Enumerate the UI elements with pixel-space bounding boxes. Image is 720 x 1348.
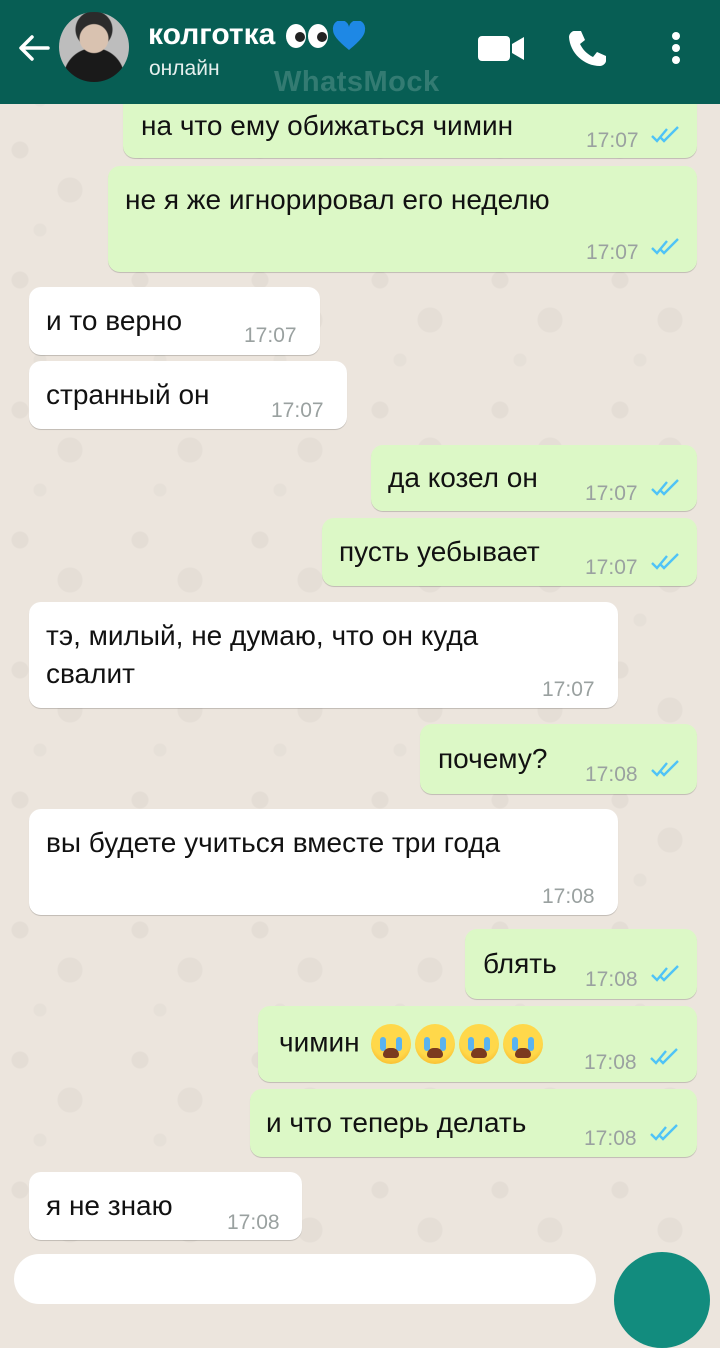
read-ticks-icon — [650, 1124, 678, 1141]
eyes-emoji-icon — [285, 24, 328, 49]
read-ticks-icon — [651, 238, 679, 255]
message-time: 17:08 — [585, 763, 638, 786]
read-ticks-icon — [651, 760, 679, 777]
video-call-icon[interactable] — [476, 28, 526, 68]
read-ticks-icon — [651, 126, 679, 143]
message-text: пусть уебывает — [339, 536, 540, 567]
message-time: 17:07 — [542, 678, 595, 701]
crying-emoji-icon — [371, 1024, 412, 1064]
message-text: вы будете учиться вместе три года — [46, 827, 501, 858]
read-ticks-icon — [651, 965, 679, 982]
message-incoming[interactable]: странный он 17:07 — [29, 361, 347, 429]
message-time: 17:07 — [271, 399, 324, 422]
message-text: блять — [483, 948, 557, 979]
contact-status: онлайн — [149, 57, 220, 80]
more-vert-icon[interactable] — [660, 28, 692, 68]
message-input[interactable] — [14, 1254, 596, 1304]
message-text: и то верно — [46, 305, 183, 336]
avatar[interactable] — [59, 12, 129, 82]
message-text: да козел он — [388, 462, 538, 493]
crying-emoji-icon — [459, 1024, 500, 1064]
message-text: не я же игнорировал его неделю — [125, 184, 550, 215]
message-text: почему? — [438, 743, 548, 774]
message-text: и что теперь делать — [266, 1107, 527, 1138]
message-outgoing[interactable]: почему? 17:08 — [420, 724, 697, 794]
message-outgoing[interactable]: не я же игнорировал его неделю 17:07 — [108, 166, 697, 272]
mic-button[interactable] — [614, 1252, 710, 1348]
read-ticks-icon — [651, 553, 679, 570]
message-outgoing[interactable]: и что теперь делать 17:08 — [250, 1089, 697, 1157]
back-arrow-icon[interactable] — [14, 28, 54, 68]
message-incoming[interactable]: тэ, милый, не думаю, что он куда свалит … — [29, 602, 618, 708]
read-ticks-icon — [651, 479, 679, 496]
message-text: свалит — [46, 658, 135, 689]
message-incoming[interactable]: я не знаю 17:08 — [29, 1172, 302, 1240]
read-ticks-icon — [650, 1048, 678, 1065]
message-time: 17:07 — [244, 324, 297, 347]
message-time: 17:08 — [227, 1211, 280, 1234]
blue-heart-icon — [332, 20, 366, 51]
message-text: странный он — [46, 379, 210, 410]
message-outgoing[interactable]: блять 17:08 — [465, 929, 697, 999]
message-time: 17:07 — [585, 556, 638, 579]
message-text: чимин — [279, 1026, 360, 1058]
message-time: 17:08 — [584, 1051, 637, 1074]
crying-emoji-icon — [503, 1024, 544, 1064]
message-incoming[interactable]: вы будете учиться вместе три года 17:08 — [29, 809, 618, 915]
message-time: 17:08 — [542, 885, 595, 908]
message-time: 17:07 — [586, 129, 639, 152]
watermark: WhatsMock — [274, 66, 440, 98]
message-time: 17:08 — [584, 1127, 637, 1150]
message-text: я не знаю — [46, 1190, 173, 1221]
contact-name[interactable]: колготка — [148, 18, 366, 52]
message-incoming[interactable]: и то верно 17:07 — [29, 287, 320, 355]
message-outgoing[interactable]: пусть уебывает 17:07 — [322, 518, 697, 586]
message-time: 17:08 — [585, 968, 638, 991]
chat-header: колготка онлайн WhatsMock — [0, 0, 720, 104]
message-text: тэ, милый, не думаю, что он куда — [46, 620, 479, 651]
message-text: на что ему обижаться чимин — [141, 110, 514, 141]
message-outgoing[interactable]: чимин 17:08 — [258, 1006, 697, 1082]
message-text-row: чимин — [279, 1024, 544, 1064]
crying-emoji-icon — [415, 1024, 456, 1064]
message-outgoing[interactable]: да козел он 17:07 — [371, 445, 697, 511]
phone-icon[interactable] — [566, 28, 610, 68]
message-time: 17:07 — [586, 241, 639, 264]
message-time: 17:07 — [585, 482, 638, 505]
